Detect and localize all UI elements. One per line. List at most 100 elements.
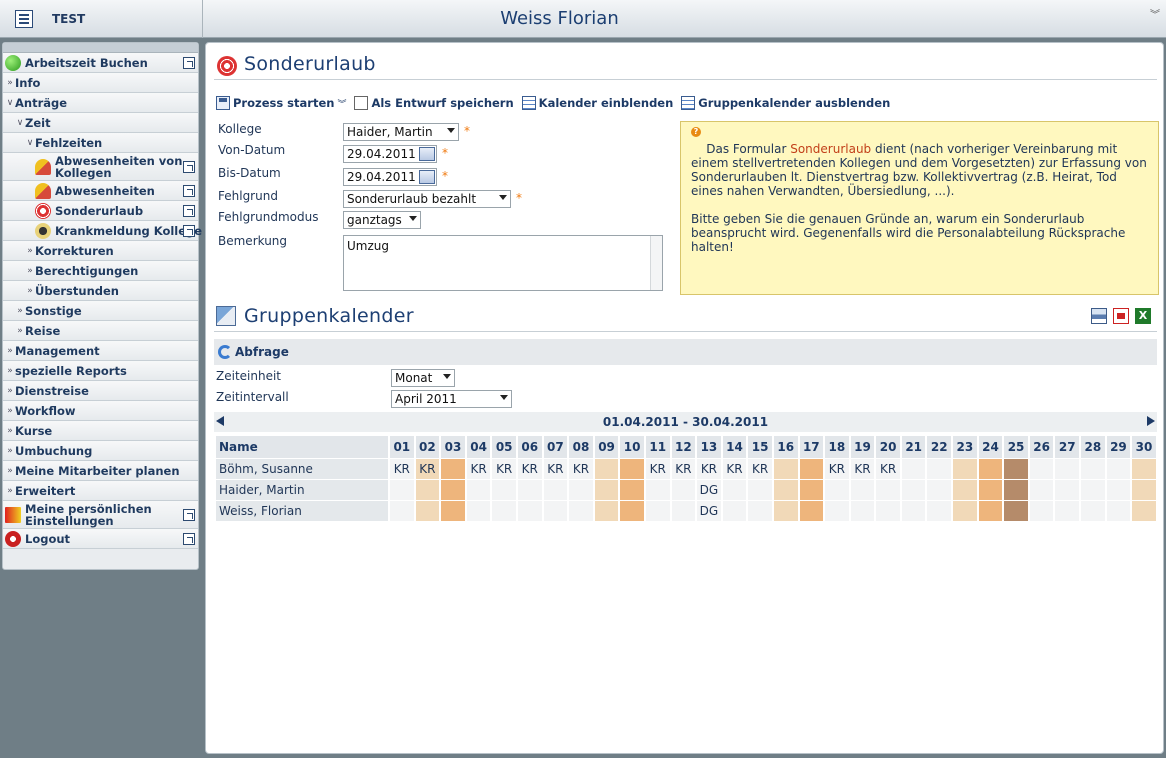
sidebar-item-meine-mitarbeiter-planen[interactable]: » Meine Mitarbeiter planen <box>3 461 198 481</box>
open-in-window-icon[interactable] <box>183 532 195 545</box>
calendar-cell[interactable] <box>441 459 465 479</box>
sidebar-item-logout[interactable]: Logout <box>3 529 198 549</box>
calendar-cell[interactable] <box>876 501 900 521</box>
calendar-cell[interactable] <box>671 480 696 500</box>
fehlgrundmodus-select[interactable]: ganztags <box>343 211 421 229</box>
calendar-cell[interactable] <box>1055 459 1080 479</box>
sidebar-item-spezielle-reports[interactable]: » spezielle Reports <box>3 361 198 381</box>
sidebar-item-sonstige[interactable]: » Sonstige <box>3 301 198 321</box>
calendar-cell[interactable]: KR <box>671 459 696 479</box>
calendar-cell[interactable] <box>1106 501 1131 521</box>
chevron-down-icon[interactable]: ︾ <box>337 97 346 110</box>
calendar-cell[interactable] <box>594 459 619 479</box>
calendar-cell[interactable] <box>594 480 619 500</box>
calendar-cell[interactable] <box>1106 459 1131 479</box>
calendar-cell[interactable] <box>441 480 465 500</box>
open-in-window-icon[interactable] <box>183 56 195 69</box>
sidebar-item-dienstreise[interactable]: » Dienstreise <box>3 381 198 401</box>
calendar-cell[interactable] <box>773 501 798 521</box>
open-in-window-icon[interactable] <box>183 160 195 173</box>
print-icon[interactable] <box>1091 308 1107 324</box>
refresh-icon[interactable] <box>218 345 232 359</box>
calendar-cell[interactable]: KR <box>876 459 900 479</box>
calendar-cell[interactable] <box>466 501 491 521</box>
calendar-cell[interactable] <box>901 459 926 479</box>
calendar-cell[interactable] <box>543 501 568 521</box>
calendar-cell[interactable] <box>390 501 414 521</box>
excel-icon[interactable]: X <box>1135 308 1151 324</box>
calendar-cell[interactable] <box>569 480 593 500</box>
calendar-cell[interactable] <box>799 459 824 479</box>
calendar-cell[interactable] <box>748 501 772 521</box>
calendar-cell[interactable] <box>722 480 747 500</box>
sidebar-item-abwesenheiten[interactable]: Abwesenheiten <box>3 181 198 201</box>
calendar-cell[interactable]: DG <box>697 480 721 500</box>
app-menu-icon[interactable] <box>15 10 33 28</box>
calendar-cell[interactable] <box>645 480 670 500</box>
calendar-cell[interactable]: KR <box>492 459 516 479</box>
fehlgrund-select[interactable]: Sonderurlaub bezahlt <box>343 190 511 208</box>
calendar-cell[interactable] <box>901 501 926 521</box>
calendar-cell[interactable] <box>850 501 875 521</box>
calendar-cell[interactable] <box>825 501 849 521</box>
calendar-cell[interactable] <box>722 501 747 521</box>
sidebar-item-korrekturen[interactable]: » Korrekturen <box>3 241 198 261</box>
calendar-cell[interactable] <box>876 480 900 500</box>
calendar-cell[interactable]: KR <box>466 459 491 479</box>
zeiteinheit-select[interactable]: Monat <box>391 369 455 387</box>
sidebar-item-anträge[interactable]: ∨ Anträge <box>3 93 198 113</box>
calendar-cell[interactable]: KR <box>543 459 568 479</box>
textarea-scrollbar[interactable] <box>650 236 662 290</box>
sidebar-item-zeit[interactable]: ∨ Zeit <box>3 113 198 133</box>
calendar-cell[interactable] <box>1081 459 1105 479</box>
calendar-cell[interactable] <box>1004 501 1028 521</box>
kollege-select[interactable]: Haider, Martin <box>343 123 459 141</box>
calendar-cell[interactable] <box>799 501 824 521</box>
calendar-cell[interactable] <box>901 480 926 500</box>
calendar-cell[interactable] <box>927 459 952 479</box>
calendar-cell[interactable] <box>620 459 644 479</box>
calendar-cell[interactable] <box>773 480 798 500</box>
calendar-cell[interactable] <box>543 480 568 500</box>
calendar-cell[interactable] <box>799 480 824 500</box>
calendar-cell[interactable] <box>415 501 440 521</box>
calendar-cell[interactable] <box>953 480 977 500</box>
open-in-window-icon[interactable] <box>183 204 195 217</box>
sidebar-item-meine-persönlichen-einstellungen[interactable]: Meine persönlichen Einstellungen <box>3 501 198 529</box>
hide-group-calendar-button[interactable]: Gruppenkalender ausblenden <box>681 96 890 110</box>
calendar-cell[interactable] <box>569 501 593 521</box>
calendar-cell[interactable] <box>927 501 952 521</box>
calendar-cell[interactable] <box>1004 459 1028 479</box>
calendar-cell[interactable]: KR <box>722 459 747 479</box>
calendar-cell[interactable] <box>1029 459 1054 479</box>
next-arrow-icon[interactable] <box>1147 416 1155 426</box>
calendar-cell[interactable] <box>850 480 875 500</box>
calendar-cell[interactable] <box>978 459 1003 479</box>
calendar-cell[interactable]: KR <box>517 459 542 479</box>
collapse-header-icon[interactable]: ︾ <box>1150 6 1160 21</box>
brand-area[interactable]: TEST <box>0 0 203 38</box>
calendar-cell[interactable] <box>1029 480 1054 500</box>
previous-arrow-icon[interactable] <box>216 416 224 426</box>
calendar-cell[interactable] <box>492 501 516 521</box>
show-calendar-button[interactable]: Kalender einblenden <box>521 96 673 110</box>
employee-name[interactable]: Haider, Martin <box>216 480 388 500</box>
save-draft-button[interactable]: Als Entwurf speichern <box>354 96 514 110</box>
calendar-cell[interactable] <box>415 480 440 500</box>
calendar-cell[interactable] <box>1081 501 1105 521</box>
calendar-cell[interactable]: KR <box>748 459 772 479</box>
help-form-link[interactable]: Sonderurlaub <box>790 142 871 156</box>
query-bar[interactable]: Abfrage <box>214 339 1157 365</box>
calendar-cell[interactable]: KR <box>569 459 593 479</box>
date-picker-icon[interactable] <box>419 170 435 184</box>
calendar-cell[interactable]: DG <box>697 501 721 521</box>
calendar-cell[interactable] <box>1004 480 1028 500</box>
calendar-cell[interactable] <box>748 480 772 500</box>
calendar-cell[interactable]: KR <box>825 459 849 479</box>
sidebar-item-abwesenheiten-von-kollegen[interactable]: Abwesenheiten von Kollegen <box>3 153 198 181</box>
calendar-cell[interactable] <box>978 501 1003 521</box>
calendar-cell[interactable] <box>1132 459 1156 479</box>
sidebar-item-arbeitszeit-buchen[interactable]: Arbeitszeit Buchen <box>3 53 198 73</box>
sidebar-item-kurse[interactable]: » Kurse <box>3 421 198 441</box>
sidebar-item-management[interactable]: » Management <box>3 341 198 361</box>
